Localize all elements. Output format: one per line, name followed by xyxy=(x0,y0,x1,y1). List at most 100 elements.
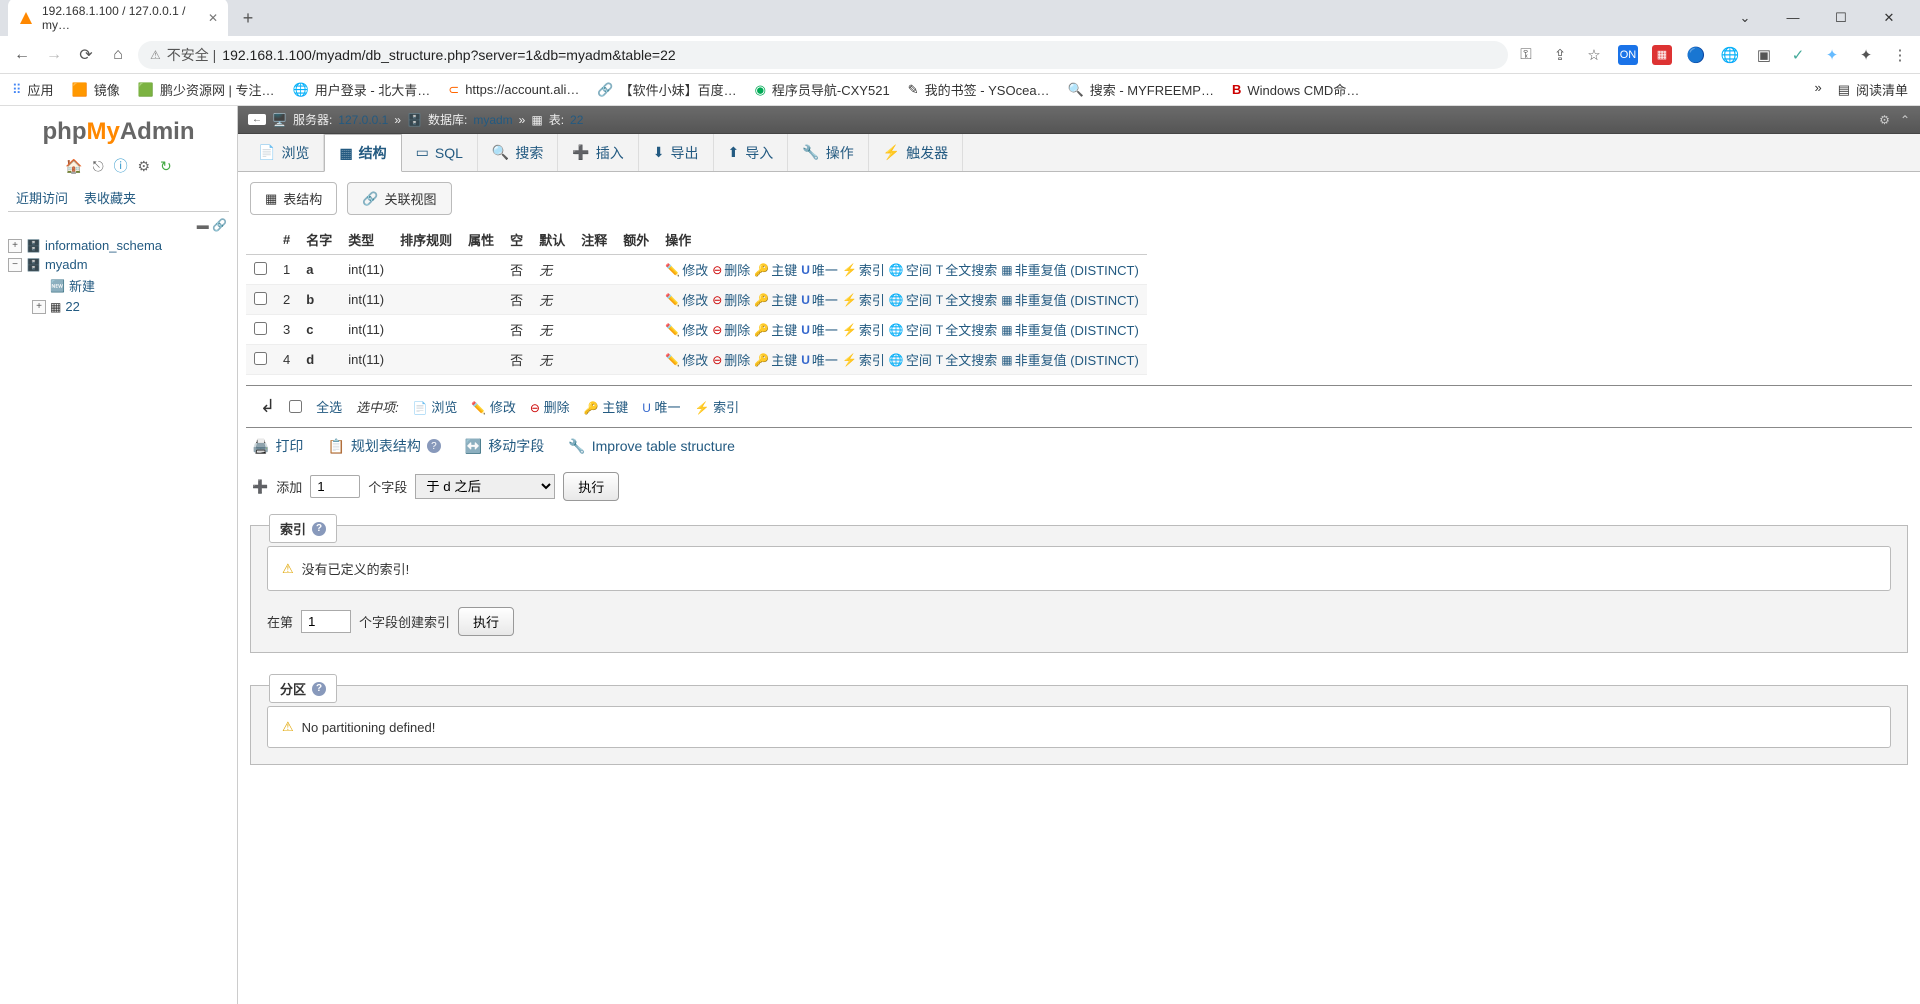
bulk-browse[interactable]: 📄 浏览 xyxy=(413,397,458,416)
bookmark-item[interactable]: 🟩鹏少资源网 | 专注… xyxy=(138,80,275,99)
add-count-input[interactable] xyxy=(310,475,360,498)
action-unique[interactable]: U唯一 xyxy=(801,320,838,339)
action-fulltext[interactable]: T全文搜索 xyxy=(936,350,997,369)
share-icon[interactable]: ⇪ xyxy=(1550,45,1570,65)
bulk-primary[interactable]: 🔑 主键 xyxy=(584,397,629,416)
action-fulltext[interactable]: T全文搜索 xyxy=(936,290,997,309)
tab-export[interactable]: ⬇导出 xyxy=(639,134,714,171)
add-position-select[interactable]: 于 d 之后 xyxy=(415,474,555,499)
create-index-button[interactable]: 执行 xyxy=(458,607,514,636)
row-checkbox[interactable] xyxy=(254,292,267,305)
bulk-drop[interactable]: ⊖ 删除 xyxy=(530,397,570,416)
ext-copy-icon[interactable]: ▣ xyxy=(1754,45,1774,65)
action-unique[interactable]: U唯一 xyxy=(801,260,838,279)
row-checkbox[interactable] xyxy=(254,352,267,365)
browser-tab[interactable]: 192.168.1.100 / 127.0.0.1 / my… ✕ xyxy=(8,0,228,38)
action-distinct[interactable]: ▦非重复值 (DISTINCT) xyxy=(1001,350,1139,369)
improve-structure-button[interactable]: 🔧Improve table structure xyxy=(568,438,735,455)
link-icon[interactable]: 🔗 xyxy=(212,218,227,232)
row-checkbox[interactable] xyxy=(254,322,267,335)
action-distinct[interactable]: ▦非重复值 (DISTINCT) xyxy=(1001,260,1139,279)
breadcrumb-db[interactable]: myadm xyxy=(473,113,512,127)
row-checkbox[interactable] xyxy=(254,262,267,275)
apps-button[interactable]: ⠿应用 xyxy=(12,80,54,99)
bulk-change[interactable]: ✏️ 修改 xyxy=(471,397,516,416)
action-unique[interactable]: U唯一 xyxy=(801,290,838,309)
print-button[interactable]: 🖨️打印 xyxy=(252,436,303,456)
bulk-index[interactable]: ⚡ 索引 xyxy=(695,397,740,416)
reload-button[interactable]: ⟳ xyxy=(74,43,98,67)
subtab-table-structure[interactable]: ▦表结构 xyxy=(250,182,337,215)
ext-circle-icon[interactable]: 🔵 xyxy=(1686,45,1706,65)
action-spatial[interactable]: 🌐空间 xyxy=(889,290,932,309)
tree-node-table-22[interactable]: + ▦ 22 xyxy=(32,297,229,316)
tab-search[interactable]: 🔍搜索 xyxy=(478,134,558,171)
key-icon[interactable]: ⚿ xyxy=(1516,45,1536,65)
collapse-icon[interactable]: ▬ xyxy=(197,218,209,232)
bookmark-overflow[interactable]: » xyxy=(1814,80,1821,99)
action-change[interactable]: ✏️修改 xyxy=(665,260,708,279)
action-drop[interactable]: ⊖删除 xyxy=(712,290,750,309)
action-fulltext[interactable]: T全文搜索 xyxy=(936,320,997,339)
action-index[interactable]: ⚡索引 xyxy=(842,350,885,369)
action-index[interactable]: ⚡索引 xyxy=(842,290,885,309)
tab-insert[interactable]: ➕插入 xyxy=(558,134,638,171)
action-change[interactable]: ✏️修改 xyxy=(665,290,708,309)
action-change[interactable]: ✏️修改 xyxy=(665,350,708,369)
bookmark-item[interactable]: ✎我的书签 - YSOcea… xyxy=(908,80,1050,99)
info-icon[interactable]: ? xyxy=(427,439,441,453)
subtab-relation-view[interactable]: 🔗关联视图 xyxy=(347,182,451,215)
recent-tab[interactable]: 近期访问 xyxy=(8,184,76,211)
bulk-unique[interactable]: U 唯一 xyxy=(642,397,680,416)
propose-button[interactable]: 📋规划表结构 ? xyxy=(327,436,440,456)
docs-icon[interactable]: ⓘ xyxy=(114,158,128,174)
tree-node-new[interactable]: 🆕 新建 xyxy=(32,274,229,297)
expand-icon[interactable]: + xyxy=(32,300,46,314)
bookmark-item[interactable]: 🔗【软件小妹】百度… xyxy=(597,80,736,99)
bookmark-item[interactable]: 🌐用户登录 - 北大青… xyxy=(293,80,431,99)
tree-node-myadm[interactable]: − 🗄️ myadm xyxy=(8,255,229,274)
info-icon[interactable]: ? xyxy=(312,522,326,536)
action-spatial[interactable]: 🌐空间 xyxy=(889,260,932,279)
close-tab-icon[interactable]: ✕ xyxy=(208,11,218,25)
action-distinct[interactable]: ▦非重复值 (DISTINCT) xyxy=(1001,290,1139,309)
chevron-down-icon[interactable]: ⌄ xyxy=(1730,10,1760,26)
action-spatial[interactable]: 🌐空间 xyxy=(889,320,932,339)
menu-icon[interactable]: ⋮ xyxy=(1890,45,1910,65)
address-bar[interactable]: ⚠ 不安全 | 192.168.1.100/myadm/db_structure… xyxy=(138,41,1508,69)
ext-bird-icon[interactable]: ✦ xyxy=(1822,45,1842,65)
action-spatial[interactable]: 🌐空间 xyxy=(889,350,932,369)
home-button[interactable]: ⌂ xyxy=(106,43,130,67)
new-tab-button[interactable]: + xyxy=(234,4,262,32)
collapse-icon[interactable]: − xyxy=(8,258,22,272)
bookmark-item[interactable]: 🟧镜像 xyxy=(72,80,120,99)
breadcrumb-server[interactable]: 127.0.0.1 xyxy=(338,113,388,127)
action-unique[interactable]: U唯一 xyxy=(801,350,838,369)
maximize-button[interactable]: ☐ xyxy=(1826,10,1856,26)
action-change[interactable]: ✏️修改 xyxy=(665,320,708,339)
ext-check-icon[interactable]: ✓ xyxy=(1788,45,1808,65)
ext-translate-icon[interactable]: ON xyxy=(1618,45,1638,65)
minimize-button[interactable]: — xyxy=(1778,10,1808,26)
tab-triggers[interactable]: ⚡触发器 xyxy=(869,134,963,171)
action-index[interactable]: ⚡索引 xyxy=(842,260,885,279)
expand-icon[interactable]: + xyxy=(8,239,22,253)
tab-sql[interactable]: ▭SQL xyxy=(402,134,478,171)
breadcrumb-table[interactable]: 22 xyxy=(570,113,583,127)
action-primary[interactable]: 🔑主键 xyxy=(754,350,797,369)
action-drop[interactable]: ⊖删除 xyxy=(712,320,750,339)
ext-red-icon[interactable]: ▦ xyxy=(1652,45,1672,65)
back-button[interactable]: ← xyxy=(10,43,34,67)
home-icon[interactable]: 🏠 xyxy=(65,158,82,174)
bookmark-item[interactable]: ◉程序员导航-CXY521 xyxy=(755,80,890,99)
action-distinct[interactable]: ▦非重复值 (DISTINCT) xyxy=(1001,320,1139,339)
forward-button[interactable]: → xyxy=(42,43,66,67)
logout-icon[interactable]: ⎋ xyxy=(93,158,104,174)
tab-operations[interactable]: 🔧操作 xyxy=(788,134,868,171)
info-icon[interactable]: ? xyxy=(312,682,326,696)
bookmark-item[interactable]: ⊂https://account.ali… xyxy=(448,82,579,98)
favorites-tab[interactable]: 表收藏夹 xyxy=(76,184,144,211)
collapse-top-icon[interactable]: ⌃ xyxy=(1900,113,1910,127)
add-execute-button[interactable]: 执行 xyxy=(563,472,619,501)
action-fulltext[interactable]: T全文搜索 xyxy=(936,260,997,279)
